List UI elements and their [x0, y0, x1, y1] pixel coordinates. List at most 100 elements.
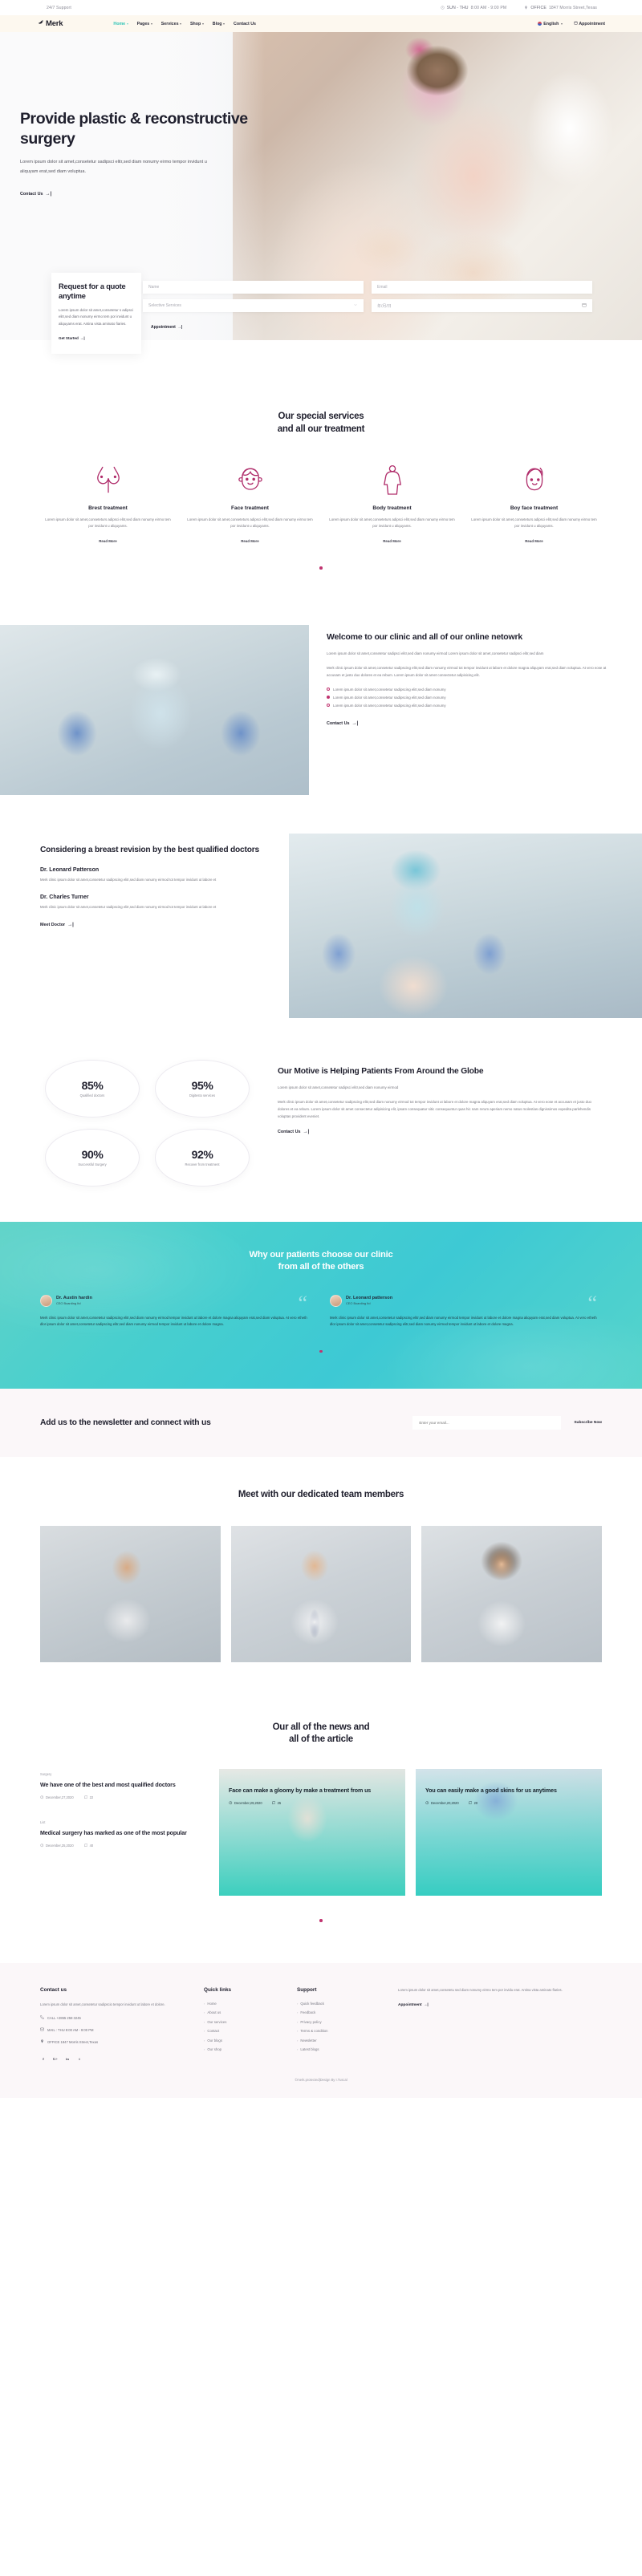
twitter-icon[interactable]: t: [76, 2055, 83, 2062]
logo-text: Merk: [46, 19, 63, 28]
facebook-icon[interactable]: f: [40, 2055, 47, 2062]
carousel-dot[interactable]: [319, 1919, 323, 1922]
service-read-more[interactable]: Read More: [187, 539, 313, 543]
services-carousel-dots[interactable]: [40, 559, 602, 574]
footer-link[interactable]: › Newsletter: [297, 2038, 385, 2043]
blog-category: Surgery: [40, 1771, 52, 1776]
nav-item-services[interactable]: Services: [160, 21, 182, 26]
service-select[interactable]: Selective Services: [143, 299, 364, 312]
arrow-right-icon: →|: [79, 336, 85, 341]
page-root: 24/7 Support SUN - THU 8:00 AM - 9:00 PM…: [0, 0, 642, 2099]
welcome-bullet: Lorem ipsum dolor sit amet,consetetur sa…: [327, 696, 620, 700]
footer-appointment-button[interactable]: Appointment →|: [398, 2003, 602, 2007]
quote-title: Request for a quote anytime: [59, 282, 126, 301]
testimonial-text: Merk clinic ipsum dolor sit amet,consete…: [40, 1315, 307, 1327]
footer-mail[interactable]: MAIL : THU 8:00 AM - 9:00 PM: [40, 2027, 191, 2032]
footer-link[interactable]: › Latest blogs: [297, 2047, 385, 2051]
stats-paragraph-1: Lorem ipsum dolor sit amet,consetetur sa…: [278, 1085, 399, 1090]
team-member-card[interactable]: [421, 1525, 603, 1662]
subscribe-label: Subscribe Now: [574, 1421, 602, 1426]
nav-item-contact-us[interactable]: Contact Us: [234, 22, 256, 26]
testimonials-title-line1: Why our patients choose our clinic: [249, 1249, 393, 1260]
carousel-dot[interactable]: [319, 566, 323, 570]
service-read-more[interactable]: Read More: [329, 539, 455, 543]
services-heading: Our special services and all our treatmen…: [40, 411, 602, 436]
footer-link[interactable]: › Our shop: [204, 2047, 284, 2051]
newsletter-email-input[interactable]: [412, 1416, 562, 1430]
nav-item-pages[interactable]: Pages: [137, 22, 152, 26]
team-member-card[interactable]: [40, 1525, 221, 1662]
name-input[interactable]: Name: [143, 281, 364, 294]
chevron-right-icon: ›: [297, 2047, 299, 2052]
boy-face-outline-icon: [471, 461, 597, 498]
service-card-boy-face-treatment[interactable]: Boy face treatment Lorem ipsum dolor sit…: [466, 461, 602, 543]
service-card-brest-treatment[interactable]: Brest treatment Lorem ipsum dolor sit am…: [40, 461, 176, 543]
team-member-card[interactable]: [230, 1525, 412, 1662]
welcome-bullet-text: Lorem ipsum dolor sit amet,consetetur sa…: [333, 695, 446, 700]
language-selector[interactable]: English: [537, 22, 563, 26]
linkedin-icon[interactable]: in: [64, 2055, 71, 2062]
welcome-contact-button[interactable]: Contact Us →|: [327, 721, 358, 726]
nav-item-label: Services: [160, 21, 179, 26]
testimonial-text: Merk clinic ipsum dolor sit amet,consete…: [330, 1315, 597, 1327]
blog-card-date-text: December,20,2020: [431, 1801, 459, 1806]
footer-link[interactable]: › Terms & condition: [297, 2029, 385, 2033]
nav-item-shop[interactable]: Shop: [190, 22, 204, 26]
nav-item-home[interactable]: Home: [113, 22, 128, 26]
testimonials-carousel-dots[interactable]: [40, 1342, 602, 1357]
doctors-photo-patient-markings: [289, 833, 642, 1018]
footer-link[interactable]: › Privacy policy: [297, 2020, 385, 2024]
blog-card-date-text: December,29,2020: [234, 1801, 262, 1806]
doctors-section: Considering a breast revision by the bes…: [0, 817, 642, 1045]
subscribe-button[interactable]: Subscribe Now: [574, 1421, 602, 1425]
appointment-button[interactable]: Appointment: [574, 21, 605, 26]
blog-carousel-dots[interactable]: [40, 1912, 602, 1926]
email-input[interactable]: Email: [372, 281, 592, 294]
stat-value: 85%: [81, 1079, 104, 1093]
carousel-dot[interactable]: [319, 1349, 323, 1353]
blog-feature-card[interactable]: Face can make a gloomy by make a treatme…: [219, 1769, 405, 1896]
service-card-body-treatment[interactable]: Body treatment Lorem ipsum dolor sit ame…: [324, 461, 460, 543]
footer-link[interactable]: › Our services: [204, 2020, 284, 2024]
welcome-section: Welcome to our clinic and all of our onl…: [0, 606, 642, 817]
service-read-more[interactable]: Read More: [45, 539, 171, 543]
footer-contact-text: Lorem ipsum dolor sit amet,consetetur sa…: [40, 2002, 165, 2006]
stat-card: 95% Digitesto services: [155, 1059, 250, 1118]
chevron-right-icon: ›: [297, 2001, 299, 2006]
nav-item-blog[interactable]: Blog: [213, 22, 226, 26]
footer-link[interactable]: › Feedback: [297, 2010, 385, 2014]
meet-doctor-button[interactable]: Meet Doctor →|: [40, 923, 74, 927]
blog-card-comments: 20: [468, 1801, 477, 1805]
site-logo[interactable]: Merk: [38, 19, 63, 28]
bullet-icon: [327, 704, 330, 708]
comment-icon: [83, 1795, 88, 1799]
service-card-face-treatment[interactable]: Face treatment Lorem ipsum dolor sit ame…: [182, 461, 318, 543]
footer-link-label: Contact: [207, 2029, 220, 2034]
stats-contact-button[interactable]: Contact Us →|: [278, 1130, 309, 1134]
get-started-button[interactable]: Get Started →|: [59, 336, 85, 340]
footer-link[interactable]: › Our blogs: [204, 2038, 284, 2043]
blog-list-item[interactable]: Surgery We have one of the best and most…: [40, 1772, 209, 1799]
blog-card-date: December,20,2020: [425, 1801, 459, 1805]
date-input[interactable]: 年/月/日: [372, 299, 592, 312]
blog-title-line1: Our all of the news and: [272, 1722, 370, 1732]
submit-appointment-button[interactable]: Appointment →|: [151, 325, 182, 330]
service-read-more[interactable]: Read More: [471, 539, 597, 543]
service-desc: Lorem ipsum dolor sit amet,conseteturs a…: [471, 517, 597, 529]
blog-feature-card[interactable]: You can easily make a good skins for us …: [416, 1769, 602, 1896]
footer-phone[interactable]: CALL +2855 258 3245: [40, 2015, 191, 2020]
footer-link[interactable]: › About us: [204, 2010, 284, 2014]
service-desc: Lorem ipsum dolor sit amet,conseteturs a…: [45, 517, 171, 529]
footer-link[interactable]: › Quick feedback: [297, 2002, 385, 2006]
footer-link[interactable]: › Contact: [204, 2029, 284, 2033]
testimonials-title-line2: from all of the others: [278, 1262, 364, 1272]
breast-outline-icon: [45, 461, 171, 498]
testimonial-role: CEO Boarding Itd: [56, 1301, 81, 1306]
welcome-bullet: Lorem ipsum dolor sit amet,consetetur sa…: [327, 688, 620, 692]
footer-link[interactable]: › Home: [204, 2002, 284, 2006]
blog-date: December,25,2020: [40, 1844, 74, 1848]
google-plus-icon[interactable]: G+: [52, 2055, 59, 2062]
blog-list-item[interactable]: List Medical surgery has marked as one o…: [40, 1820, 209, 1848]
hero-contact-button[interactable]: Contact Us →|: [20, 192, 51, 197]
newsletter-section: Add us to the newsletter and connect wit…: [0, 1389, 642, 1458]
